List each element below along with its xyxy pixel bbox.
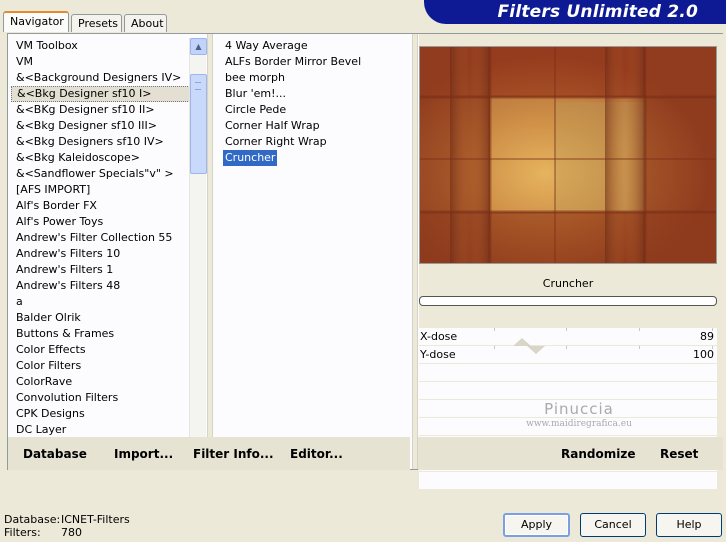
scroll-up-button[interactable]: ▲: [190, 38, 207, 55]
category-item[interactable]: ColorRave: [11, 374, 192, 390]
randomize-button[interactable]: Randomize: [561, 447, 635, 461]
database-label: Database:: [4, 513, 61, 526]
category-item[interactable]: Buttons & Frames: [11, 326, 192, 342]
tab-presets[interactable]: Presets: [71, 14, 122, 32]
x-dose-slider[interactable]: X-dose 89: [419, 328, 717, 346]
category-item[interactable]: Alf's Border FX: [11, 198, 192, 214]
chevron-up-icon: ▲: [195, 42, 202, 51]
filter-item-label: bee morph: [225, 71, 285, 84]
filter-item-label: Corner Right Wrap: [225, 135, 327, 148]
filter-info-button[interactable]: Filter Info...: [193, 447, 274, 461]
filter-item[interactable]: ALFs Border Mirror Bevel: [220, 54, 414, 70]
y-dose-slider[interactable]: Y-dose 100: [419, 346, 717, 364]
filter-item-label: Corner Half Wrap: [225, 119, 320, 132]
empty-slider-slot: [419, 472, 717, 490]
brand-banner: Filters Unlimited 2.0: [424, 0, 726, 24]
y-dose-label: Y-dose: [420, 348, 456, 361]
pane-divider[interactable]: [207, 34, 213, 469]
category-item[interactable]: a: [11, 294, 192, 310]
filter-item[interactable]: Circle Pede: [220, 102, 414, 118]
category-item[interactable]: [AFS IMPORT]: [11, 182, 192, 198]
filter-item[interactable]: 4 Way Average: [220, 38, 414, 54]
category-scrollbar[interactable]: ▲ ▼: [189, 38, 207, 468]
preview-button-bar: Randomize Reset: [418, 437, 723, 470]
grip-icon: [195, 82, 201, 90]
category-item[interactable]: Color Filters: [11, 358, 192, 374]
filter-item-label: 4 Way Average: [225, 39, 308, 52]
filter-item[interactable]: bee morph: [220, 70, 414, 86]
category-item[interactable]: VM Toolbox: [11, 38, 192, 54]
x-dose-thumb[interactable]: [513, 338, 531, 346]
watermark-name: Pinuccia: [544, 400, 614, 418]
database-button[interactable]: Database: [23, 447, 87, 461]
category-item[interactable]: Color Effects: [11, 342, 192, 358]
filters-count-value: 780: [61, 526, 82, 539]
pane-divider-right[interactable]: [412, 34, 418, 469]
navigator-panel: VM Toolbox VM &<Background Designers IV> &<…: [7, 33, 724, 490]
category-item[interactable]: DC Layer: [11, 422, 192, 438]
filter-item-label: Circle Pede: [225, 103, 287, 116]
x-dose-value: 89: [700, 330, 714, 343]
filter-item-label: Cruncher: [223, 150, 278, 166]
y-dose-value: 100: [693, 348, 714, 361]
y-dose-thumb[interactable]: [527, 346, 545, 354]
filter-item[interactable]: Corner Half Wrap: [220, 118, 414, 134]
filter-item[interactable]: Corner Right Wrap: [220, 134, 414, 150]
filter-item[interactable]: Cruncher: [220, 150, 414, 166]
reset-button[interactable]: Reset: [660, 447, 698, 461]
status-info: Database:ICNET-Filters Filters: 780: [4, 513, 130, 539]
category-item[interactable]: &<Bkg Kaleidoscope>: [11, 150, 192, 166]
help-button[interactable]: Help: [656, 513, 722, 537]
preview-texture: [420, 47, 716, 263]
category-item[interactable]: &<Background Designers IV>: [11, 70, 192, 86]
preview-image: [419, 46, 717, 264]
apply-button[interactable]: Apply: [503, 513, 570, 537]
category-item[interactable]: CPK Designs: [11, 406, 192, 422]
category-item[interactable]: &<Sandflower Specials"v" >: [11, 166, 192, 182]
filter-item[interactable]: Blur 'em!...: [220, 86, 414, 102]
database-value: ICNET-Filters: [61, 513, 130, 526]
filter-item-label: ALFs Border Mirror Bevel: [225, 55, 362, 68]
brand-title: Filters Unlimited 2.0: [497, 2, 698, 22]
category-item[interactable]: &<Bkg Designer sf10 III>: [11, 118, 192, 134]
watermark: Pinuccia www.maidiregrafica.eu: [519, 400, 639, 429]
import-button[interactable]: Import...: [114, 447, 173, 461]
category-item[interactable]: Alf's Power Toys: [11, 214, 192, 230]
filters-count-label: Filters:: [4, 526, 41, 539]
watermark-url: www.maidiregrafica.eu: [526, 419, 632, 429]
category-item[interactable]: Balder Olrik: [11, 310, 192, 326]
category-item[interactable]: Andrew's Filters 10: [11, 246, 192, 262]
category-item[interactable]: Convolution Filters: [11, 390, 192, 406]
category-item[interactable]: VM: [11, 54, 192, 70]
cancel-button[interactable]: Cancel: [580, 513, 646, 537]
tab-navigator[interactable]: Navigator: [3, 11, 69, 32]
progress-bar: [419, 296, 717, 306]
navigator-button-bar: Database Import... Filter Info... Editor…: [8, 437, 410, 470]
category-item[interactable]: &<Bkg Designer sf10 I>: [11, 86, 192, 102]
category-list[interactable]: VM Toolbox VM &<Background Designers IV> &<…: [11, 38, 192, 468]
empty-slider-slot: [419, 382, 717, 400]
preview-filter-name: Cruncher: [542, 277, 594, 290]
tab-about[interactable]: About: [124, 14, 167, 32]
category-item[interactable]: Andrew's Filters 48: [11, 278, 192, 294]
filter-list[interactable]: 4 Way Average ALFs Border Mirror Bevel bee…: [220, 38, 414, 468]
category-item[interactable]: &<BKg Designer sf10 II>: [11, 102, 192, 118]
preview-pane: Cruncher X-dose 89 Y-dose 100 Pinuccia w…: [419, 34, 724, 490]
empty-slider-slot: [419, 364, 717, 382]
editor-button[interactable]: Editor...: [290, 447, 343, 461]
category-item[interactable]: &<Bkg Designers sf10 IV>: [11, 134, 192, 150]
filter-item-label: Blur 'em!...: [225, 87, 286, 100]
category-item[interactable]: Andrew's Filter Collection 55: [11, 230, 192, 246]
x-dose-label: X-dose: [420, 330, 458, 343]
category-item[interactable]: Andrew's Filters 1: [11, 262, 192, 278]
